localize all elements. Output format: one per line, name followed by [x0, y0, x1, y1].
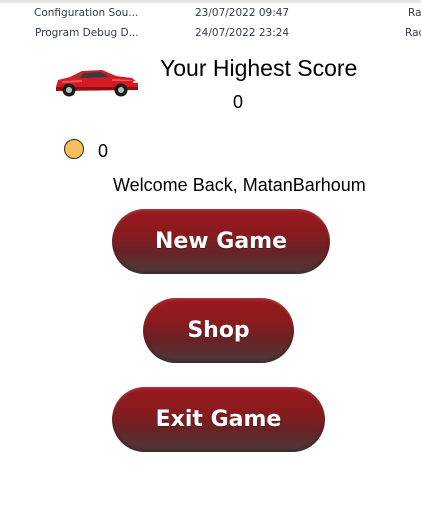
highest-score-value: 0	[233, 92, 244, 112]
file-name: Program Debug D...	[35, 27, 139, 39]
file-list-row[interactable]: Configuration Sou... 23/07/2022 09:47 Ra	[0, 3, 421, 23]
coin-icon	[64, 139, 84, 159]
coin-count: 0	[98, 141, 109, 161]
new-game-button[interactable]: New Game	[112, 209, 330, 274]
highest-score-title: Your Highest Score	[160, 55, 358, 81]
file-list-row[interactable]: Program Debug D... 24/07/2022 23:24 Rac	[0, 23, 421, 43]
shop-button[interactable]: Shop	[143, 298, 294, 363]
file-type: Rac	[405, 27, 421, 39]
file-date: 23/07/2022 09:47	[195, 7, 290, 19]
red-sports-car-icon	[56, 70, 138, 97]
file-date: 24/07/2022 23:24	[195, 27, 290, 39]
exit-game-button[interactable]: Exit Game	[112, 387, 325, 452]
file-type: Ra	[408, 7, 421, 19]
welcome-message: Welcome Back, MatanBarhoum	[113, 175, 366, 195]
file-name: Configuration Sou...	[34, 7, 139, 19]
